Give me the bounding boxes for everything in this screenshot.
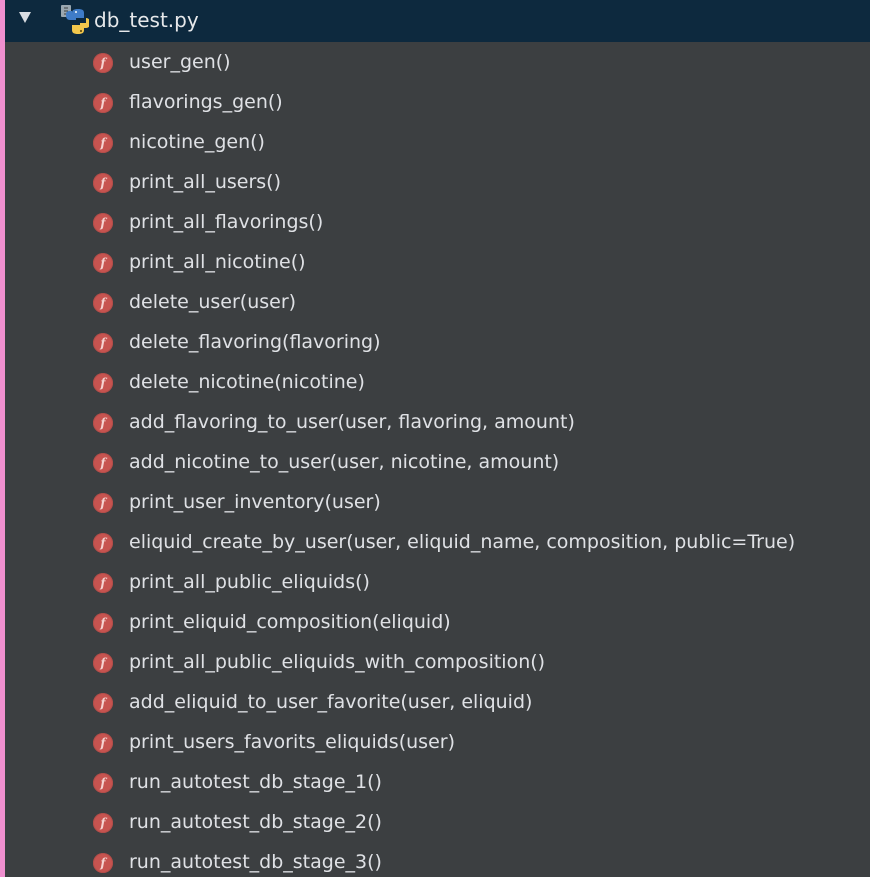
function-icon: f	[93, 853, 113, 873]
function-row[interactable]: f delete_user(user)	[0, 283, 870, 323]
function-label: run_autotest_db_stage_2()	[129, 811, 382, 833]
function-label: print_all_flavorings()	[129, 211, 324, 233]
function-label: user_gen()	[129, 51, 231, 73]
function-icon: f	[93, 413, 113, 433]
function-label: add_flavoring_to_user(user, flavoring, a…	[129, 411, 575, 433]
function-icon: f	[93, 493, 113, 513]
function-icon: f	[93, 693, 113, 713]
function-label: flavorings_gen()	[129, 91, 283, 113]
function-label: delete_nicotine(nicotine)	[129, 371, 365, 393]
function-label: delete_flavoring(flavoring)	[129, 331, 381, 353]
function-icon-glyph: f	[100, 256, 106, 270]
function-label: run_autotest_db_stage_1()	[129, 771, 382, 793]
function-row[interactable]: f print_all_public_eliquids()	[0, 563, 870, 603]
function-icon: f	[93, 133, 113, 153]
function-icon: f	[93, 653, 113, 673]
function-label: print_all_public_eliquids_with_compositi…	[129, 651, 546, 673]
function-icon: f	[93, 293, 113, 313]
function-icon: f	[93, 573, 113, 593]
function-row[interactable]: f user_gen()	[0, 43, 870, 83]
function-row[interactable]: f run_autotest_db_stage_1()	[0, 763, 870, 803]
function-row[interactable]: f print_users_favorits_eliquids(user)	[0, 723, 870, 763]
function-icon: f	[93, 773, 113, 793]
function-icon-glyph: f	[100, 576, 106, 590]
function-label: print_users_favorits_eliquids(user)	[129, 731, 455, 753]
function-icon: f	[93, 373, 113, 393]
function-icon-glyph: f	[100, 296, 106, 310]
function-icon-glyph: f	[100, 456, 106, 470]
function-icon-glyph: f	[100, 136, 106, 150]
function-row[interactable]: f add_eliquid_to_user_favorite(user, eli…	[0, 683, 870, 723]
function-row[interactable]: f delete_nicotine(nicotine)	[0, 363, 870, 403]
function-row[interactable]: f flavorings_gen()	[0, 83, 870, 123]
function-icon-glyph: f	[100, 496, 106, 510]
file-name: db_test.py	[94, 8, 199, 32]
function-label: print_all_nicotine()	[129, 251, 306, 273]
function-list: f user_gen() f flavorings_gen() f nicoti…	[0, 43, 870, 877]
function-row[interactable]: f add_flavoring_to_user(user, flavoring,…	[0, 403, 870, 443]
structure-panel: db_test.py f user_gen() f flavorings_gen…	[0, 0, 870, 877]
function-icon-glyph: f	[100, 776, 106, 790]
function-label: print_all_users()	[129, 171, 282, 193]
function-row[interactable]: f print_user_inventory(user)	[0, 483, 870, 523]
function-label: print_eliquid_composition(eliquid)	[129, 611, 451, 633]
function-icon-glyph: f	[100, 616, 106, 630]
chevron-down-icon[interactable]	[19, 12, 31, 23]
function-icon-glyph: f	[100, 856, 106, 870]
function-icon: f	[93, 613, 113, 633]
function-label: add_nicotine_to_user(user, nicotine, amo…	[129, 451, 560, 473]
function-icon-glyph: f	[100, 336, 106, 350]
function-icon-glyph: f	[100, 736, 106, 750]
function-row[interactable]: f nicotine_gen()	[0, 123, 870, 163]
python-file-icon	[61, 5, 89, 34]
function-row[interactable]: f print_all_users()	[0, 163, 870, 203]
function-icon: f	[93, 453, 113, 473]
function-row[interactable]: f add_nicotine_to_user(user, nicotine, a…	[0, 443, 870, 483]
function-icon: f	[93, 333, 113, 353]
function-icon: f	[93, 813, 113, 833]
function-icon-glyph: f	[100, 816, 106, 830]
function-icon: f	[93, 93, 113, 113]
function-row[interactable]: f print_eliquid_composition(eliquid)	[0, 603, 870, 643]
function-icon-glyph: f	[100, 656, 106, 670]
function-row[interactable]: f delete_flavoring(flavoring)	[0, 323, 870, 363]
function-label: delete_user(user)	[129, 291, 297, 313]
function-icon-glyph: f	[100, 536, 106, 550]
function-icon: f	[93, 533, 113, 553]
function-icon-glyph: f	[100, 216, 106, 230]
function-label: run_autotest_db_stage_3()	[129, 851, 382, 873]
function-icon-glyph: f	[100, 376, 106, 390]
function-label: print_all_public_eliquids()	[129, 571, 370, 593]
function-label: eliquid_create_by_user(user, eliquid_nam…	[129, 531, 796, 553]
function-icon-glyph: f	[100, 696, 106, 710]
function-icon: f	[93, 733, 113, 753]
function-icon: f	[93, 213, 113, 233]
function-icon-glyph: f	[100, 416, 106, 430]
function-row[interactable]: f print_all_flavorings()	[0, 203, 870, 243]
function-icon: f	[93, 53, 113, 73]
function-row[interactable]: f run_autotest_db_stage_2()	[0, 803, 870, 843]
function-label: add_eliquid_to_user_favorite(user, eliqu…	[129, 691, 533, 713]
function-icon: f	[93, 173, 113, 193]
function-row[interactable]: f print_all_nicotine()	[0, 243, 870, 283]
function-row[interactable]: f eliquid_create_by_user(user, eliquid_n…	[0, 523, 870, 563]
function-label: print_user_inventory(user)	[129, 491, 381, 513]
function-icon-glyph: f	[100, 56, 106, 70]
function-icon-glyph: f	[100, 176, 106, 190]
function-icon: f	[93, 253, 113, 273]
function-row[interactable]: f run_autotest_db_stage_3()	[0, 843, 870, 877]
function-icon-glyph: f	[100, 96, 106, 110]
file-node[interactable]: db_test.py	[5, 0, 870, 42]
function-row[interactable]: f print_all_public_eliquids_with_composi…	[0, 643, 870, 683]
function-label: nicotine_gen()	[129, 131, 265, 153]
